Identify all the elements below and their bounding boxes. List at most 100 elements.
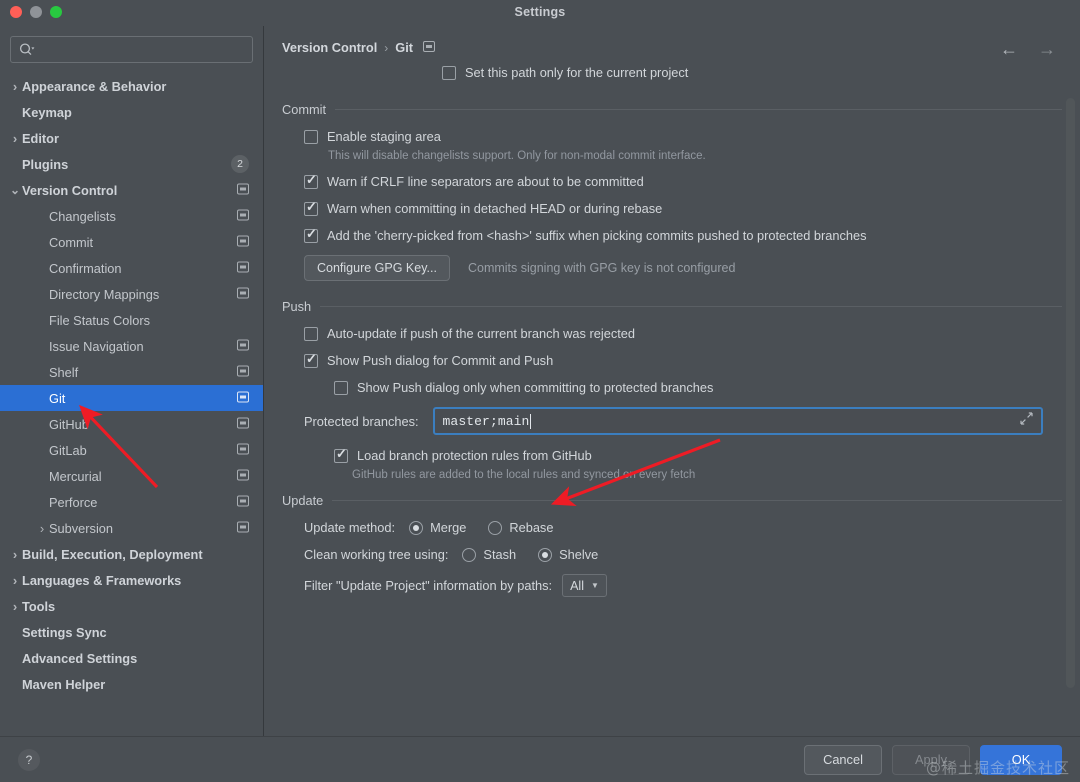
search-box[interactable] — [10, 36, 253, 63]
project-scope-icon[interactable] — [237, 339, 249, 354]
settings-main-panel: Version Control › Git ← → Set th — [264, 26, 1080, 736]
sidebar-item-label: Build, Execution, Deployment — [22, 547, 203, 562]
sidebar-item-build-execution-deployment[interactable]: ›Build, Execution, Deployment — [0, 541, 263, 567]
clean-tree-stash-radio[interactable] — [462, 548, 476, 562]
sidebar-item-label: Shelf — [49, 365, 78, 380]
update-method-rebase-option[interactable]: Rebase — [488, 520, 553, 535]
sidebar-item-settings-sync[interactable]: Settings Sync — [0, 619, 263, 645]
update-method-merge-radio[interactable] — [409, 521, 423, 535]
cancel-button[interactable]: Cancel — [804, 745, 882, 775]
project-scope-icon[interactable] — [237, 365, 249, 380]
sidebar-item-gitlab[interactable]: GitLab — [0, 437, 263, 463]
project-scope-icon[interactable] — [237, 287, 249, 302]
sidebar-item-issue-navigation[interactable]: Issue Navigation — [0, 333, 263, 359]
chevron-right-icon: › — [8, 547, 22, 562]
show-push-dialog-protected-checkbox[interactable] — [334, 381, 348, 395]
clean-working-tree-label: Clean working tree using: — [304, 547, 448, 562]
sidebar-item-tools[interactable]: ›Tools — [0, 593, 263, 619]
sidebar-item-version-control[interactable]: ⌄Version Control — [0, 177, 263, 203]
sidebar-item-label: File Status Colors — [49, 313, 150, 328]
show-push-dialog-row[interactable]: Show Push dialog for Commit and Push — [304, 353, 1062, 368]
update-method-label: Update method: — [304, 520, 395, 535]
project-scope-icon[interactable] — [237, 261, 249, 276]
set-path-current-project-checkbox[interactable] — [442, 66, 456, 80]
project-scope-icon[interactable] — [237, 443, 249, 458]
clean-tree-shelve-option[interactable]: Shelve — [538, 547, 598, 562]
enable-staging-area-row[interactable]: Enable staging area — [304, 129, 1062, 144]
help-icon[interactable]: ? — [18, 749, 40, 771]
plugins-update-badge: 2 — [231, 155, 249, 173]
sidebar-item-languages-frameworks[interactable]: ›Languages & Frameworks — [0, 567, 263, 593]
sidebar-item-label: Plugins — [22, 157, 68, 172]
show-push-dialog-protected-row[interactable]: Show Push dialog only when committing to… — [334, 380, 1062, 395]
auto-update-push-checkbox[interactable] — [304, 327, 318, 341]
project-scope-icon[interactable] — [237, 495, 249, 510]
sidebar-item-mercurial[interactable]: Mercurial — [0, 463, 263, 489]
breadcrumb-root[interactable]: Version Control — [282, 40, 377, 55]
project-scope-icon[interactable] — [423, 40, 435, 55]
sidebar-item-advanced-settings[interactable]: Advanced Settings — [0, 645, 263, 671]
load-branch-protection-row[interactable]: Load branch protection rules from GitHub — [334, 448, 1062, 463]
sidebar-item-perforce[interactable]: Perforce — [0, 489, 263, 515]
sidebar-item-git[interactable]: Git — [0, 385, 263, 411]
sidebar-item-appearance-behavior[interactable]: ›Appearance & Behavior — [0, 73, 263, 99]
auto-update-push-row[interactable]: Auto-update if push of the current branc… — [304, 326, 1062, 341]
search-input[interactable] — [35, 43, 252, 57]
title-bar: Settings — [0, 0, 1080, 26]
update-method-merge-option[interactable]: Merge — [409, 520, 466, 535]
clean-tree-stash-option[interactable]: Stash — [462, 547, 516, 562]
sidebar-item-file-status-colors[interactable]: File Status Colors — [0, 307, 263, 333]
settings-content: Set this path only for the current proje… — [282, 65, 1062, 597]
enable-staging-area-checkbox[interactable] — [304, 130, 318, 144]
settings-tree: ›Appearance & BehaviorKeymap›EditorPlugi… — [0, 69, 263, 697]
project-scope-icon[interactable] — [237, 417, 249, 432]
warn-crlf-row[interactable]: Warn if CRLF line separators are about t… — [304, 174, 1062, 189]
sidebar-item-label: Maven Helper — [22, 677, 105, 692]
dialog-footer: ? Cancel Apply OK — [0, 736, 1080, 782]
update-method-rebase-radio[interactable] — [488, 521, 502, 535]
sidebar-item-shelf[interactable]: Shelf — [0, 359, 263, 385]
chevron-right-icon: › — [8, 131, 22, 146]
vertical-scrollbar[interactable] — [1066, 98, 1075, 688]
project-scope-icon[interactable] — [237, 235, 249, 250]
project-scope-icon[interactable] — [237, 469, 249, 484]
load-branch-protection-checkbox[interactable] — [334, 449, 348, 463]
arrow-left-icon[interactable]: ← — [1000, 40, 1018, 58]
clean-tree-shelve-radio[interactable] — [538, 548, 552, 562]
enable-staging-area-label: Enable staging area — [327, 129, 441, 144]
filter-paths-dropdown[interactable]: All ▼ — [562, 574, 607, 597]
sidebar-item-changelists[interactable]: Changelists — [0, 203, 263, 229]
expand-icon[interactable] — [1020, 412, 1033, 430]
sidebar-item-label: Tools — [22, 599, 55, 614]
chevron-right-icon: › — [35, 521, 49, 536]
sidebar-item-confirmation[interactable]: Confirmation — [0, 255, 263, 281]
sidebar-item-directory-mappings[interactable]: Directory Mappings — [0, 281, 263, 307]
project-scope-icon[interactable] — [237, 391, 249, 406]
update-section-header: Update — [282, 493, 1062, 508]
sidebar-item-editor[interactable]: ›Editor — [0, 125, 263, 151]
sidebar-item-maven-helper[interactable]: Maven Helper — [0, 671, 263, 697]
chevron-down-icon: ⌄ — [8, 183, 22, 197]
show-push-dialog-checkbox[interactable] — [304, 354, 318, 368]
set-path-current-project-row[interactable]: Set this path only for the current proje… — [442, 65, 1062, 80]
sidebar-item-keymap[interactable]: Keymap — [0, 99, 263, 125]
project-scope-icon[interactable] — [237, 209, 249, 224]
navigation-arrows: ← → — [1000, 40, 1056, 58]
project-scope-icon[interactable] — [237, 183, 249, 198]
window-title: Settings — [0, 5, 1080, 19]
protected-branches-field[interactable]: master;main — [433, 407, 1043, 435]
protected-branches-value: master;main — [443, 414, 530, 429]
sidebar-item-label: Appearance & Behavior — [22, 79, 166, 94]
warn-crlf-checkbox[interactable] — [304, 175, 318, 189]
cherry-picked-suffix-row[interactable]: Add the 'cherry-picked from <hash>' suff… — [304, 228, 1062, 243]
project-scope-icon[interactable] — [237, 521, 249, 536]
warn-detached-head-row[interactable]: Warn when committing in detached HEAD or… — [304, 201, 1062, 216]
cherry-picked-suffix-checkbox[interactable] — [304, 229, 318, 243]
warn-detached-head-checkbox[interactable] — [304, 202, 318, 216]
sidebar-item-commit[interactable]: Commit — [0, 229, 263, 255]
arrow-right-icon[interactable]: → — [1038, 40, 1056, 58]
configure-gpg-key-button[interactable]: Configure GPG Key... — [304, 255, 450, 281]
sidebar-item-subversion[interactable]: ›Subversion — [0, 515, 263, 541]
sidebar-item-github[interactable]: GitHub — [0, 411, 263, 437]
sidebar-item-plugins[interactable]: Plugins 2 — [0, 151, 263, 177]
